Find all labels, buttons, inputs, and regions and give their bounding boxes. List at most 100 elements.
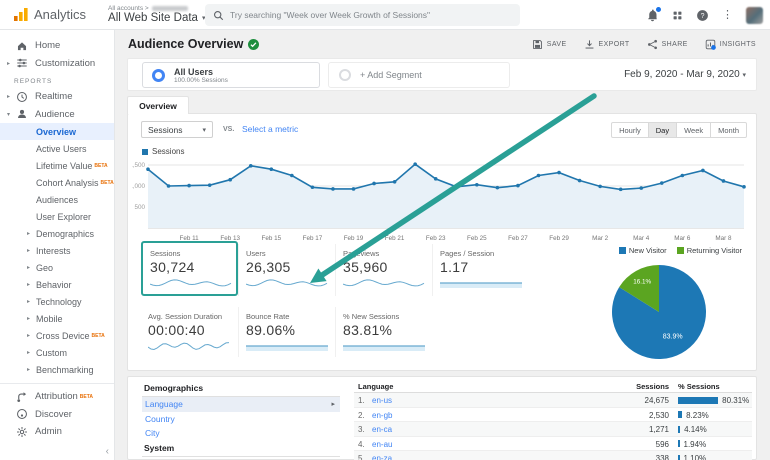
sidebar-item-overview[interactable]: Overview: [0, 123, 114, 140]
sidebar-item-label: Custom: [36, 348, 67, 358]
sidebar-item-audience[interactable]: ▾Audience: [0, 106, 114, 124]
discover-icon: [16, 408, 28, 420]
search-input[interactable]: [230, 10, 500, 20]
sidebar-item-attribution[interactable]: AttributionBETA: [0, 388, 114, 406]
sidebar-item-interests[interactable]: ▸Interests: [0, 242, 114, 259]
sidebar-item-demographics[interactable]: ▸Demographics: [0, 225, 114, 242]
property-selector[interactable]: All accounts > All Web Site Data▾: [108, 5, 205, 24]
language-link[interactable]: en-ca: [372, 425, 392, 434]
search-bar[interactable]: [205, 4, 520, 26]
sessions-value: 24,675: [645, 396, 669, 405]
language-link[interactable]: en-gb: [372, 411, 392, 420]
pct-value: 8.23%: [686, 411, 709, 420]
apps-grid-icon[interactable]: [672, 10, 683, 21]
explorer-item-language[interactable]: Language ▸: [142, 397, 340, 412]
language-table: LanguageSessions% Sessions1.en-us24,6758…: [354, 381, 752, 460]
sidebar-item-discover[interactable]: Discover: [0, 406, 114, 424]
realtime-icon: [16, 91, 28, 103]
metric-dropdown[interactable]: Sessions▾: [141, 121, 213, 138]
sidebar-item-customization[interactable]: ▸Customization: [0, 55, 114, 73]
explorer-item-country[interactable]: Country: [142, 412, 340, 427]
language-link[interactable]: en-za: [372, 454, 392, 460]
pct-value: 1.94%: [684, 440, 707, 449]
export-button[interactable]: EXPORT: [584, 39, 630, 50]
granularity-hourly[interactable]: Hourly: [611, 122, 649, 138]
date-range-text: Feb 9, 2020 - Mar 9, 2020: [624, 69, 740, 80]
sidebar-item-custom[interactable]: ▸Custom: [0, 344, 114, 361]
select-metric-link[interactable]: Select a metric: [242, 124, 298, 134]
segment-all-users[interactable]: All Users 100.00% Sessions: [142, 62, 320, 88]
insights-icon: [705, 39, 716, 50]
pct-bar: [678, 411, 682, 418]
pie-legend-item-new-visitor: New Visitor: [619, 246, 667, 255]
chevron-right-icon: ▸: [27, 332, 36, 339]
share-button[interactable]: SHARE: [647, 39, 688, 50]
help-icon[interactable]: ?: [696, 9, 709, 22]
chevron-right-icon: ▸: [27, 366, 36, 373]
sidebar-item-geo[interactable]: ▸Geo: [0, 259, 114, 276]
language-link[interactable]: en-us: [372, 396, 392, 405]
scorecard-value: 89.06%: [246, 322, 329, 338]
save-button[interactable]: SAVE: [532, 39, 567, 50]
row-rank: 4.: [358, 440, 365, 449]
sidebar-item-behavior[interactable]: ▸Behavior: [0, 276, 114, 293]
sidebar-item-label: Interests: [36, 246, 71, 256]
granularity-month[interactable]: Month: [711, 122, 747, 138]
beta-badge: BETA: [92, 333, 105, 339]
sidebar-item-cross-device[interactable]: ▸Cross DeviceBETA: [0, 327, 114, 344]
chevron-right-icon: ▸: [27, 247, 36, 254]
chevron-right-icon: ▸: [27, 264, 36, 271]
top-header: Analytics All accounts > All Web Site Da…: [0, 0, 770, 30]
row-rank: 3.: [358, 425, 365, 434]
sidebar-item-admin[interactable]: Admin: [0, 423, 114, 441]
more-options-icon[interactable]: ⋮: [722, 8, 733, 22]
explorer-item-browser[interactable]: Browser: [142, 457, 340, 460]
sidebar-item-technology[interactable]: ▸Technology: [0, 293, 114, 310]
page-title-row: Audience Overview: [128, 37, 259, 51]
pie-legend-item-returning-visitor: Returning Visitor: [677, 246, 742, 255]
sidebar-item-label: Home: [35, 40, 60, 51]
sidebar-item-home[interactable]: Home: [0, 37, 114, 55]
user-avatar[interactable]: [746, 7, 763, 24]
sidebar-item-lifetime-value[interactable]: Lifetime ValueBETA: [0, 157, 114, 174]
sidebar-item-mobile[interactable]: ▸Mobile: [0, 310, 114, 327]
metric-dropdown-value: Sessions: [148, 125, 183, 135]
date-range-picker[interactable]: Feb 9, 2020 - Mar 9, 2020 ▾: [624, 69, 746, 80]
sidebar-item-cohort-analysis[interactable]: Cohort AnalysisBETA: [0, 174, 114, 191]
legend-swatch-icon: [677, 247, 684, 254]
granularity-week[interactable]: Week: [677, 122, 711, 138]
sidebar-section-label: REPORTS: [0, 72, 114, 88]
chevron-right-icon: ▸: [331, 400, 335, 408]
visitor-pie-chart: 83.9%16.1%: [584, 260, 744, 364]
tab-overview[interactable]: Overview: [127, 96, 189, 114]
granularity-day[interactable]: Day: [649, 122, 677, 138]
table-row: 3.en-ca1,2714.14%: [354, 422, 752, 437]
sidebar-item-label: Lifetime Value: [36, 161, 92, 171]
add-segment-button[interactable]: + Add Segment: [328, 62, 510, 88]
chevron-right-icon: ▸: [27, 349, 36, 356]
sidebar-item-audiences[interactable]: Audiences: [0, 191, 114, 208]
sparkline-chart: [150, 276, 232, 289]
sidebar-item-active-users[interactable]: Active Users: [0, 140, 114, 157]
property-name: All Web Site Data: [108, 12, 198, 24]
notifications-bell-icon[interactable]: [646, 9, 659, 22]
explorer-item-label: Language: [145, 399, 183, 409]
sidebar-collapse-button[interactable]: ‹: [106, 446, 109, 457]
svg-text:83.9%: 83.9%: [663, 334, 683, 341]
explorer-item-city[interactable]: City: [142, 426, 340, 441]
chevron-right-icon: ▸: [27, 315, 36, 322]
language-link[interactable]: en-au: [372, 440, 392, 449]
accounts-breadcrumb: All accounts >: [108, 5, 149, 12]
save-icon: [532, 39, 543, 50]
scorecard-bounce-rate: Bounce Rate89.06%: [238, 307, 335, 357]
sidebar-item-user-explorer[interactable]: User Explorer: [0, 208, 114, 225]
svg-text:500: 500: [134, 204, 145, 211]
svg-text:Feb 23: Feb 23: [426, 235, 446, 242]
sidebar-item-realtime[interactable]: ▸Realtime: [0, 88, 114, 106]
sidebar-item-benchmarking[interactable]: ▸Benchmarking: [0, 361, 114, 378]
export-icon: [584, 39, 595, 50]
sidebar-item-label: Mobile: [36, 314, 63, 324]
sparkline-chart: [343, 339, 425, 352]
insights-button[interactable]: INSIGHTS: [705, 39, 756, 50]
sidebar-item-label: Customization: [35, 58, 95, 69]
